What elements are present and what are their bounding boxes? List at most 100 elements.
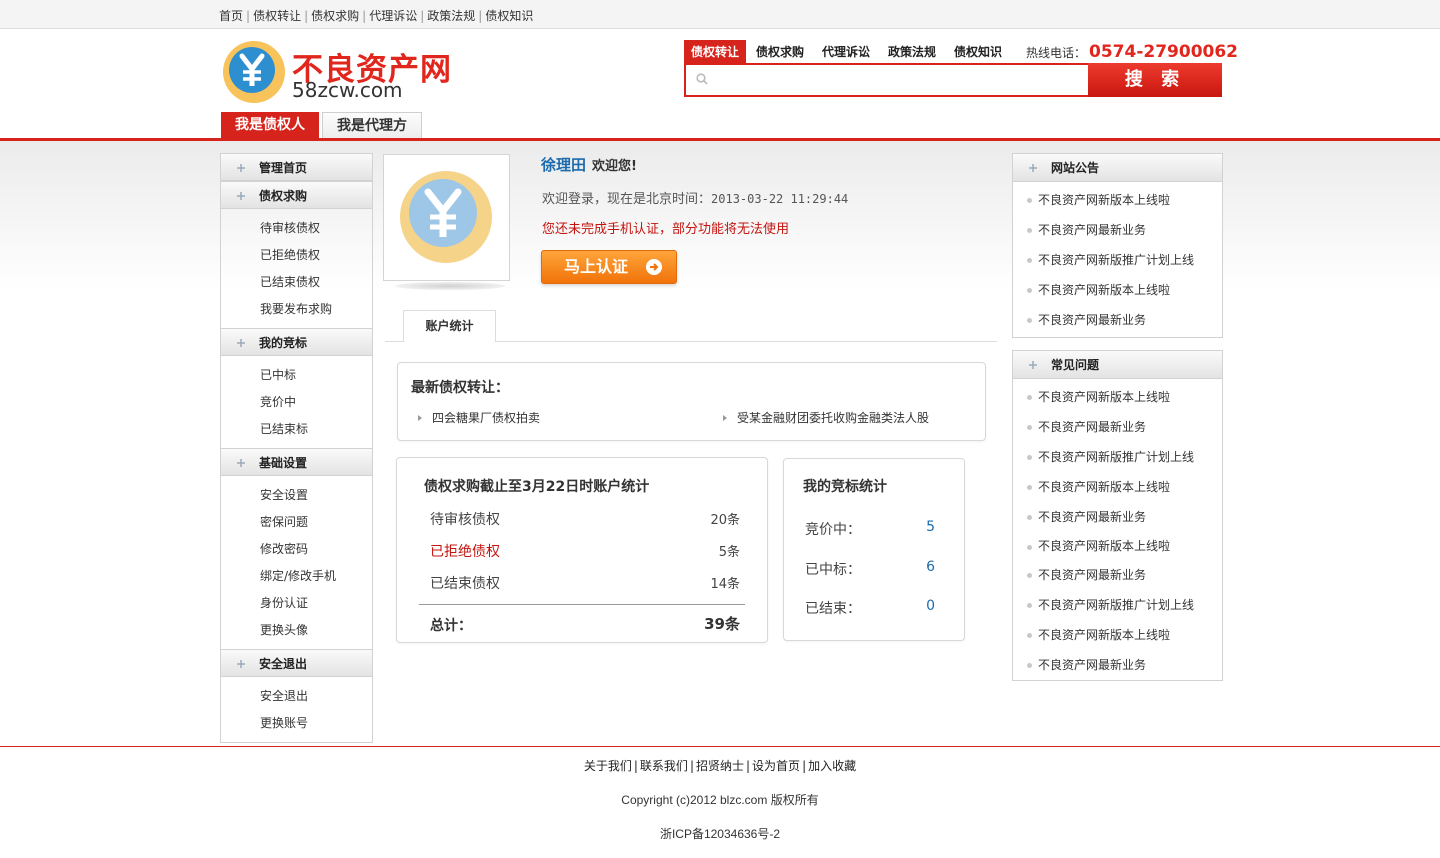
topnav-home[interactable]: 首页 <box>219 9 243 23</box>
latest-transfer-item-text: 四会糖果厂债权拍卖 <box>432 411 541 425</box>
notice-item[interactable]: 不良资产网新版本上线啦 <box>1013 185 1222 215</box>
search-button[interactable]: 搜 索 <box>1088 63 1222 97</box>
sidebar-item-security-question[interactable]: 密保问题 <box>221 509 372 536</box>
bid-row-label: 已中标： <box>805 562 861 578</box>
bid-row-bidding: 竞价中： 5 <box>805 519 935 539</box>
sidebar-group-home[interactable]: 管理首页 <box>220 153 373 181</box>
bid-stats-panel: 我的竞标统计 竞价中： 5 已中标： 6 已结束： 0 <box>783 458 965 641</box>
footer-divider <box>0 746 1440 747</box>
latest-transfer-item[interactable]: 受某金融财团委托收购金融类法人股 <box>723 409 929 426</box>
bid-row-value[interactable]: 6 <box>926 559 935 575</box>
notice-item[interactable]: 不良资产网新版本上线啦 <box>1013 275 1222 305</box>
faq-item[interactable]: 不良资产网新版本上线啦 <box>1013 532 1222 560</box>
sidebar-item-bidding[interactable]: 竞价中 <box>221 389 372 416</box>
stats-row-label: 已拒绝债权 <box>430 544 500 560</box>
sidebar-list-settings: 安全设置 密保问题 修改密码 绑定/修改手机 身份认证 更换头像 <box>220 476 373 649</box>
sidebar-item-avatar[interactable]: 更换头像 <box>221 617 372 644</box>
faq-list: 不良资产网新版本上线啦 不良资产网最新业务 不良资产网新版推广计划上线 不良资产… <box>1013 379 1222 680</box>
tab-agent[interactable]: 我是代理方 <box>322 112 422 139</box>
latest-transfer-item[interactable]: 四会糖果厂债权拍卖 <box>418 409 540 426</box>
bid-row-value[interactable]: 0 <box>926 598 935 614</box>
login-time-label: 欢迎登录，现在是北京时间： <box>542 192 712 207</box>
bid-row-ended: 已结束： 0 <box>805 598 935 618</box>
sidebar-group-title: 管理首页 <box>259 161 308 175</box>
sidebar-group-title: 安全退出 <box>259 657 308 671</box>
sidebar-group-settings[interactable]: 基础设置 <box>220 448 373 476</box>
footer-link-homepage[interactable]: 设为首页 <box>752 759 800 773</box>
notice-item[interactable]: 不良资产网最新业务 <box>1013 305 1222 335</box>
topnav-purchase[interactable]: 债权求购 <box>311 9 359 23</box>
stats-row-label: 待审核债权 <box>430 512 500 528</box>
avatar[interactable] <box>383 154 510 281</box>
site-logo[interactable]: 不良资产网 58zcw.com <box>220 38 460 104</box>
faq-item[interactable]: 不良资产网新版推广计划上线 <box>1013 590 1222 620</box>
sidebar-item-logout[interactable]: 安全退出 <box>221 683 372 710</box>
faq-item[interactable]: 不良资产网新版推广计划上线 <box>1013 442 1222 472</box>
sidebar-group-purchase[interactable]: 债权求购 <box>220 181 373 209</box>
faq-item[interactable]: 不良资产网新版本上线啦 <box>1013 620 1222 650</box>
sidebar-group-bids[interactable]: 我的竞标 <box>220 328 373 356</box>
sidebar-list-bids: 已中标 竞价中 已结束标 <box>220 356 373 448</box>
notice-item[interactable]: 不良资产网新版推广计划上线 <box>1013 245 1222 275</box>
stats-row-pending[interactable]: 待审核债权 20条 <box>430 509 740 529</box>
sidebar-group-title: 我的竞标 <box>259 336 308 350</box>
stats-row-closed[interactable]: 已结束债权 14条 <box>430 573 740 593</box>
faq-item[interactable]: 不良资产网最新业务 <box>1013 650 1222 680</box>
tab-creditor[interactable]: 我是债权人 <box>221 112 319 139</box>
sidebar-item-pending[interactable]: 待审核债权 <box>221 215 372 242</box>
topnav-transfer[interactable]: 债权转让 <box>253 9 301 23</box>
faq-item[interactable]: 不良资产网最新业务 <box>1013 502 1222 532</box>
sidebar-item-change-password[interactable]: 修改密码 <box>221 536 372 563</box>
footer-link-jobs[interactable]: 招贤纳士 <box>696 759 744 773</box>
faq-item[interactable]: 不良资产网最新业务 <box>1013 560 1222 590</box>
faq-item[interactable]: 不良资产网新版本上线啦 <box>1013 382 1222 412</box>
footer-link-contact[interactable]: 联系我们 <box>640 759 688 773</box>
triangle-bullet-icon <box>723 415 727 421</box>
top-link-bar: 首页 | 债权转让 | 债权求购 | 代理诉讼 | 政策法规 | 债权知识 <box>0 0 1440 29</box>
bid-row-value[interactable]: 5 <box>926 519 935 535</box>
tab-account-stats[interactable]: 账户统计 <box>403 310 496 342</box>
login-time-value: 2013-03-22 11:29:44 <box>711 192 849 206</box>
sidebar-item-post-purchase[interactable]: 我要发布求购 <box>221 296 372 323</box>
welcome-text: 欢迎您! <box>592 159 637 174</box>
hotline-label: 热线电话： <box>1026 46 1087 60</box>
search-input[interactable] <box>710 67 1086 93</box>
left-sidebar: 管理首页 债权求购 待审核债权 已拒绝债权 已结束债权 我要发布求购 我的竞标 … <box>220 153 373 743</box>
sidebar-item-security[interactable]: 安全设置 <box>221 482 372 509</box>
footer-link-bookmark[interactable]: 加入收藏 <box>808 759 856 773</box>
stats-row-value: 14条 <box>710 577 740 592</box>
plus-bullet-icon <box>237 459 245 467</box>
sidebar-item-closed[interactable]: 已结束债权 <box>221 269 372 296</box>
topnav-policy[interactable]: 政策法规 <box>427 9 475 23</box>
sidebar-item-bind-phone[interactable]: 绑定/修改手机 <box>221 563 372 590</box>
sidebar-group-logout[interactable]: 安全退出 <box>220 649 373 677</box>
faq-item[interactable]: 不良资产网新版本上线啦 <box>1013 472 1222 502</box>
sidebar-item-identity[interactable]: 身份认证 <box>221 590 372 617</box>
search-tab-policy[interactable]: 政策法规 <box>888 40 936 64</box>
footer-link-about[interactable]: 关于我们 <box>584 759 632 773</box>
search-tab-knowledge[interactable]: 债权知识 <box>954 40 1002 64</box>
triangle-bullet-icon <box>418 415 422 421</box>
search-area: 债权转让 债权求购 代理诉讼 政策法规 债权知识 热线电话： 0574-27900… <box>684 39 1238 97</box>
verify-button-label: 马上认证 <box>564 257 629 276</box>
verify-now-button[interactable]: 马上认证 <box>541 250 677 284</box>
plus-bullet-icon <box>1029 361 1037 369</box>
sidebar-item-rejected[interactable]: 已拒绝债权 <box>221 242 372 269</box>
sidebar-item-won[interactable]: 已中标 <box>221 362 372 389</box>
avatar-shadow <box>395 282 505 290</box>
search-tab-litigation[interactable]: 代理诉讼 <box>822 40 870 64</box>
topnav-litigation[interactable]: 代理诉讼 <box>369 9 417 23</box>
sidebar-item-ended[interactable]: 已结束标 <box>221 416 372 443</box>
bid-row-label: 已结束： <box>805 601 861 617</box>
search-tab-purchase[interactable]: 债权求购 <box>756 40 804 64</box>
topnav-knowledge[interactable]: 债权知识 <box>485 9 533 23</box>
search-tab-transfer[interactable]: 债权转让 <box>684 40 747 64</box>
stats-row-rejected[interactable]: 已拒绝债权 5条 <box>430 541 740 561</box>
notice-item[interactable]: 不良资产网最新业务 <box>1013 215 1222 245</box>
bid-row-won: 已中标： 6 <box>805 559 935 579</box>
username-text[interactable]: 徐理田 <box>541 156 586 174</box>
sidebar-item-switch-account[interactable]: 更换账号 <box>221 710 372 737</box>
login-time: 欢迎登录，现在是北京时间：2013-03-22 11:29:44 <box>542 188 848 207</box>
phone-verify-warning: 您还未完成手机认证，部分功能将无法使用 <box>542 222 790 237</box>
faq-item[interactable]: 不良资产网最新业务 <box>1013 412 1222 442</box>
